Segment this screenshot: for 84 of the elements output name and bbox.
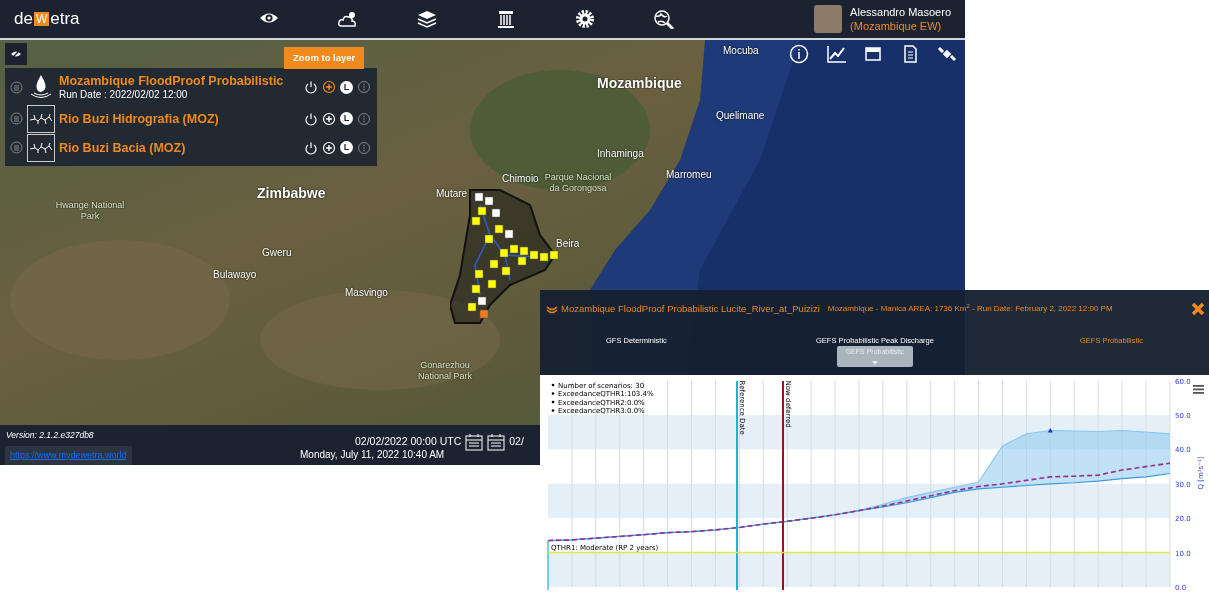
more-icon <box>357 111 371 126</box>
power-icon <box>304 80 318 94</box>
legend-button[interactable]: L <box>340 80 353 94</box>
more-button[interactable] <box>357 140 371 155</box>
calendar-button[interactable] <box>465 433 484 451</box>
map-label: Chimoio <box>502 173 539 184</box>
map-label: Beira <box>556 238 580 249</box>
map-label: Bulawayo <box>213 269 257 280</box>
map-label: Quelimane <box>716 110 765 121</box>
map-label: Zimbabwe <box>257 188 326 199</box>
window-button[interactable] <box>863 44 883 64</box>
tooltip: Zoom to layer <box>284 47 365 70</box>
power-button[interactable] <box>304 111 318 126</box>
map-label: Gweru <box>262 247 292 258</box>
globe-search-icon <box>653 9 676 29</box>
bullet-icon <box>551 409 555 412</box>
power-icon <box>304 111 318 126</box>
date-time-utc: 02/02/2022 00:00 UTC <box>355 434 462 450</box>
drag-handle-icon <box>10 112 23 125</box>
more-button[interactable] <box>357 111 371 126</box>
hydrograph-title: Mozambique FloodProof Probabilistic Lucite_River_at_Puizizi <box>561 302 820 316</box>
info-icon <box>789 44 809 64</box>
local-time: Monday, July 11, 2022 10:40 AM <box>300 448 445 462</box>
user-role: (Mozambique EW) <box>850 19 943 33</box>
layer-title[interactable]: Mozambique FloodProof Probabilistic <box>59 73 284 89</box>
layer-run-date: Run Date : 2022/02/02 12:00 <box>59 89 189 101</box>
map-label: Marromeu <box>666 169 712 180</box>
avatar <box>814 5 843 33</box>
more-icon <box>357 80 371 94</box>
user-name: Alessandro Masoero <box>850 5 951 19</box>
layer-title[interactable]: Rio Buzi Hidrografia (MOZ) <box>59 110 219 127</box>
hydrograph-icon <box>546 304 558 315</box>
window-icon <box>863 44 883 64</box>
drag-handle-icon <box>10 80 23 94</box>
bullet-icon <box>551 383 555 387</box>
logo-mark: W <box>33 12 50 26</box>
bullet-icon <box>551 392 555 395</box>
map-label: Mozambique <box>597 78 682 89</box>
map-label: Parque Nacional da Gorongosa <box>543 172 613 194</box>
power-button[interactable] <box>304 140 318 155</box>
zoom-in-icon <box>322 80 336 94</box>
calendar-button[interactable] <box>487 433 506 451</box>
more-button[interactable] <box>357 80 371 94</box>
map-label: Mutare <box>436 188 468 199</box>
zoom-to-layer-button[interactable] <box>322 80 336 94</box>
map-label: Inhaminga <box>597 148 644 159</box>
river-network-icon <box>29 111 53 126</box>
satellite-icon <box>937 44 957 64</box>
peak-marker-icon <box>1047 428 1053 433</box>
power-button[interactable] <box>304 80 318 94</box>
river-network-icon <box>29 140 53 155</box>
legend-button[interactable]: L <box>340 112 353 125</box>
calendar-icon <box>487 433 506 451</box>
map-label: Hwange National Park <box>55 200 125 222</box>
satellite-button[interactable] <box>937 44 957 64</box>
more-icon <box>357 140 371 155</box>
power-icon <box>304 140 318 155</box>
date-time-cut: 02/ <box>509 434 524 450</box>
logo-text: de <box>14 8 33 31</box>
calendar-icon <box>465 433 484 451</box>
version-text: Version: 2.1.2.e327db8 <box>6 429 94 442</box>
start-line <box>547 539 549 591</box>
settings-icon <box>574 9 597 29</box>
map-label: Masvingo <box>345 287 388 298</box>
station-info: Mozambique - Manica AREA: 1736 Km$^{2}$ - Run Date: February 2, 2022 12:00 PM <box>827 303 1113 316</box>
layers-icon <box>416 9 439 29</box>
close-icon <box>1191 302 1205 317</box>
bullet-icon <box>551 400 555 404</box>
line-chart-button[interactable] <box>826 44 846 64</box>
map-label: Mocuba <box>723 45 759 56</box>
zoom-in-icon <box>322 111 336 126</box>
layer-title[interactable]: Rio Buzi Bacia (MOZ) <box>59 139 186 156</box>
logo-text: etra <box>50 8 80 31</box>
drag-handle-icon <box>10 141 23 154</box>
chart-menu-icon[interactable] <box>1193 385 1204 394</box>
eye-slash-icon <box>10 49 22 59</box>
hide-layers-button[interactable] <box>5 43 27 65</box>
legend-button[interactable]: L <box>340 141 353 154</box>
zoom-in-icon <box>322 140 336 155</box>
caret-icon <box>872 360 878 365</box>
line-chart-icon <box>826 44 846 64</box>
close-button[interactable] <box>1191 302 1205 317</box>
map-label: Gonarezhou National Park <box>417 360 473 382</box>
info-button[interactable] <box>789 44 809 64</box>
